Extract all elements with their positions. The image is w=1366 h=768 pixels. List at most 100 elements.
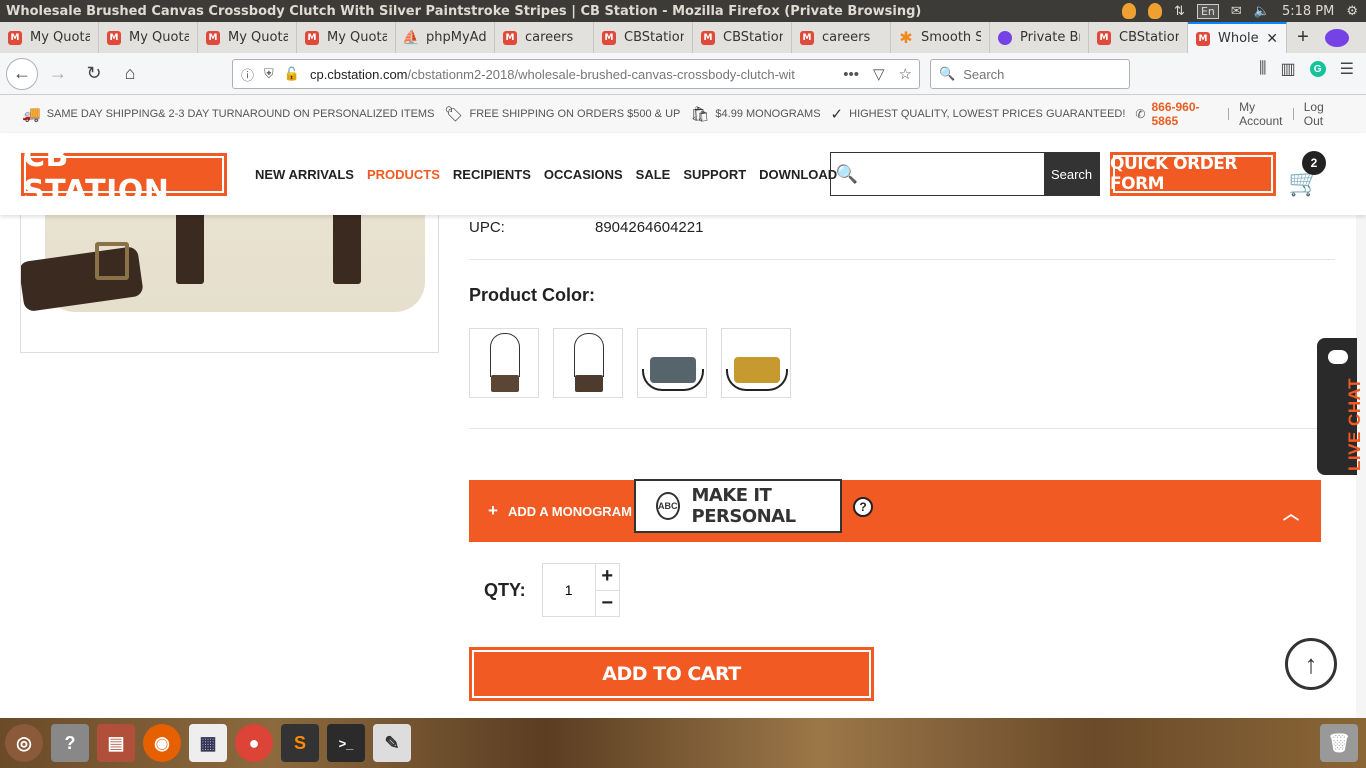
mail-icon[interactable]: ✉ — [1231, 4, 1242, 19]
color-swatch[interactable] — [469, 328, 539, 398]
live-chat-tab[interactable]: LIVE CHAT — [1317, 338, 1364, 475]
home-button[interactable]: ⌂ — [114, 58, 146, 90]
scroll-to-top-button[interactable]: ↑ — [1285, 638, 1337, 690]
volume-icon[interactable]: 🔈 — [1254, 4, 1270, 19]
site-search-button[interactable]: Search — [1044, 153, 1099, 195]
promo-item: 🏷 FREE SHIPPING ON ORDERS $500 & UP — [444, 106, 681, 123]
help-icon[interactable]: ? — [853, 497, 873, 517]
network-icon[interactable]: ⇅ — [1174, 4, 1185, 19]
chrome-icon[interactable]: ● — [235, 724, 273, 762]
close-tab-icon[interactable]: ✕ — [1266, 31, 1278, 47]
monogram-accordion[interactable]: + ADD A MONOGRAM ABC MAKE IT PERSONAL ? … — [469, 479, 1321, 542]
qty-buttons: + − — [594, 564, 619, 617]
forward-button[interactable]: → — [42, 58, 74, 90]
sublime-text-icon[interactable]: S — [281, 724, 319, 762]
menu-icon[interactable]: ☰ — [1340, 59, 1354, 79]
firefox-icon[interactable]: ◉ — [143, 724, 181, 762]
swatch-bag — [491, 375, 519, 392]
magento-icon: M — [107, 30, 121, 45]
divider — [469, 428, 1335, 429]
nav-sale[interactable]: SALE — [636, 167, 671, 182]
nav-download[interactable]: DOWNLOAD — [759, 167, 837, 182]
cart-button[interactable]: 🛒 2 — [1286, 151, 1330, 197]
quick-order-form-button[interactable]: QUICK ORDER FORM — [1110, 152, 1276, 196]
phone-link[interactable]: 866-960-5865 — [1151, 100, 1204, 128]
flame-icon[interactable] — [1122, 3, 1137, 19]
document-viewer-icon[interactable]: ▦ — [189, 724, 227, 762]
flame-icon[interactable] — [1148, 3, 1163, 19]
url-text[interactable]: cp.cbstation.com/cbstationm2-2018/wholes… — [310, 67, 836, 82]
nav-new-arrivals[interactable]: NEW ARRIVALS — [255, 167, 354, 182]
quantity-section: QTY: + − — [484, 563, 620, 617]
browser-search-box[interactable]: 🔍 — [930, 59, 1130, 89]
browser-tab[interactable]: ⛵ phpMyAd — [396, 22, 495, 53]
shield-icon[interactable]: ⛨ — [264, 66, 274, 82]
new-tab-button[interactable]: + — [1287, 22, 1319, 53]
bookmark-star-icon[interactable]: ☆ — [899, 65, 912, 83]
search-icon: 🔍 — [939, 66, 956, 81]
browser-tab[interactable]: M CBStation — [693, 22, 792, 53]
make-it-personal-badge[interactable]: ABC MAKE IT PERSONAL — [634, 479, 842, 533]
magento-icon: M — [1097, 30, 1111, 45]
trash-icon[interactable]: 🗑 — [1320, 724, 1358, 762]
add-monogram-label: ADD A MONOGRAM — [507, 503, 632, 519]
qty-increase-button[interactable]: + — [595, 564, 619, 591]
terminal-icon[interactable]: >_ — [327, 724, 365, 762]
dash-home-icon[interactable]: ◎ — [5, 724, 43, 762]
page-actions-icon[interactable]: ••• — [843, 66, 859, 83]
qty-decrease-button[interactable]: − — [596, 591, 619, 617]
magento-icon: M — [1196, 31, 1210, 46]
my-account-link[interactable]: My Account — [1239, 100, 1283, 128]
browser-tab[interactable]: M My Quota — [297, 22, 396, 53]
chevron-up-icon[interactable]: ︿ — [1283, 500, 1299, 524]
browser-tab[interactable]: ✱ Smooth S — [891, 22, 990, 53]
browser-tab-active[interactable]: M Whole ✕ — [1188, 22, 1287, 53]
info-icon[interactable]: ⓘ — [241, 65, 254, 84]
help-icon[interactable]: ? — [51, 724, 89, 762]
browser-tab[interactable]: M CBStation — [1089, 22, 1188, 53]
color-swatch[interactable] — [637, 328, 707, 398]
sidebar-icon[interactable]: ▥ — [1281, 59, 1296, 79]
log-out-link[interactable]: Log Out — [1304, 100, 1334, 128]
back-button[interactable]: ← — [6, 57, 38, 90]
insecure-lock-icon[interactable]: 🔓 — [284, 66, 300, 82]
upc-label: UPC: — [469, 218, 505, 236]
browser-tab[interactable]: Mcareers — [495, 22, 594, 53]
keyboard-layout[interactable]: En — [1196, 3, 1219, 19]
smooth-icon: ✱ — [899, 28, 913, 47]
color-swatch[interactable] — [721, 328, 791, 398]
add-to-cart-button[interactable]: ADD TO CART — [469, 647, 874, 701]
color-swatch[interactable] — [553, 328, 623, 398]
browser-tab[interactable]: M My Quota — [0, 22, 99, 53]
nav-occasions[interactable]: OCCASIONS — [544, 167, 623, 182]
upc-value: 8904264604221 — [595, 218, 704, 236]
phone-icon: ✆ — [1135, 107, 1146, 121]
pocket-icon[interactable]: ▽ — [873, 65, 885, 83]
nav-support[interactable]: SUPPORT — [683, 167, 746, 182]
file-manager-icon[interactable]: ▤ — [97, 724, 135, 762]
reload-button[interactable]: ↻ — [78, 58, 110, 90]
browser-tab[interactable]: M My Quota — [198, 22, 297, 53]
qty-label: QTY: — [484, 579, 526, 600]
browser-tab[interactable]: Private Br — [990, 22, 1089, 53]
browser-tab[interactable]: M My Quota — [99, 22, 198, 53]
site-search-input[interactable] — [863, 153, 1045, 195]
text-editor-icon[interactable]: ✎ — [373, 724, 411, 762]
browser-tab[interactable]: Mcareers — [792, 22, 891, 53]
settings-gear-icon[interactable]: ⚙ — [1346, 4, 1358, 19]
browser-search-input[interactable] — [963, 66, 1114, 82]
quantity-stepper: + − — [541, 563, 620, 617]
url-bar[interactable]: ⓘ ⛨ 🔓 cp.cbstation.com/cbstationm2-2018/… — [232, 59, 920, 89]
live-chat-label: LIVE CHAT — [1345, 378, 1364, 471]
nav-products[interactable]: PRODUCTS — [367, 167, 440, 182]
nav-recipients[interactable]: RECIPIENTS — [453, 167, 531, 182]
qty-input[interactable] — [542, 564, 595, 616]
arrow-up-icon: ↑ — [1304, 648, 1318, 679]
library-icon[interactable]: ⫼ — [1259, 60, 1266, 78]
clock[interactable]: 5:18 PM — [1282, 4, 1334, 19]
taskbar: ◎ ? ▤ ◉ ▦ ● S >_ ✎ 🗑 — [0, 718, 1366, 768]
site-logo[interactable]: CB STATION — [21, 139, 227, 209]
window-title: Wholesale Brushed Canvas Crossbody Clutc… — [6, 3, 922, 19]
browser-tab[interactable]: M CBStation — [594, 22, 693, 53]
grammarly-icon[interactable]: G — [1309, 61, 1326, 77]
